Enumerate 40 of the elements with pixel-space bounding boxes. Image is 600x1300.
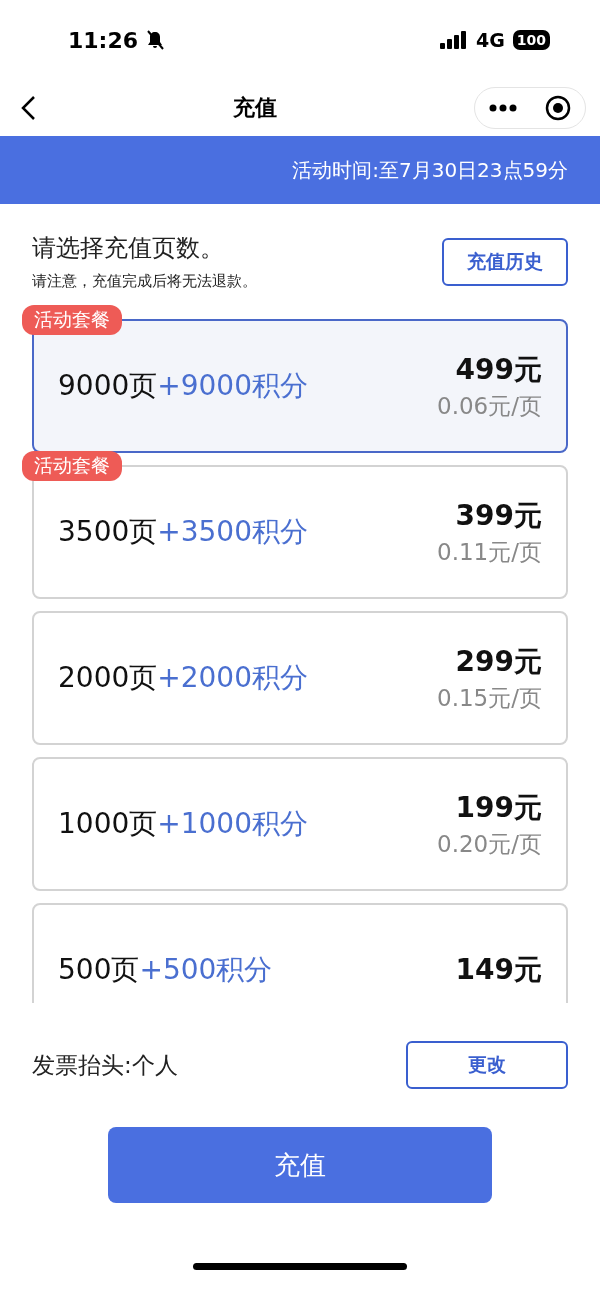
promo-badge: 活动套餐 bbox=[22, 451, 122, 481]
unit-price: 0.20元/页 bbox=[437, 829, 542, 859]
bonus-points: +500积分 bbox=[139, 952, 273, 988]
history-button[interactable]: 充值历史 bbox=[442, 237, 568, 286]
package-price: 199元 bbox=[455, 789, 542, 826]
network-label: 4G bbox=[475, 29, 505, 51]
unit-price: 0.06元/页 bbox=[437, 391, 542, 421]
more-icon[interactable] bbox=[489, 104, 517, 112]
select-heading: 请选择充值页数。 bbox=[32, 233, 225, 264]
battery-level: 100 bbox=[512, 30, 550, 50]
package-price: 149元 bbox=[455, 952, 542, 988]
recharge-button[interactable]: 充值 bbox=[108, 1127, 492, 1203]
back-icon[interactable] bbox=[20, 95, 36, 121]
package-price: 499元 bbox=[455, 351, 542, 388]
bonus-points: +3500积分 bbox=[157, 514, 308, 550]
package-price: 399元 bbox=[455, 497, 542, 534]
close-target-icon[interactable] bbox=[545, 95, 571, 121]
status-time: 11:26 bbox=[68, 27, 139, 53]
page-title: 充值 bbox=[233, 94, 277, 122]
refund-note: 请注意，充值完成后将无法退款。 bbox=[32, 272, 257, 291]
promo-badge: 活动套餐 bbox=[22, 305, 122, 335]
page-count: 3500页 bbox=[58, 514, 158, 550]
package-card[interactable]: 1000页+1000积分 199元 0.20元/页 bbox=[32, 757, 568, 891]
page-count: 1000页 bbox=[58, 806, 158, 842]
promo-period: 活动时间:至7月30日23点59分 bbox=[292, 156, 568, 184]
bonus-points: +9000积分 bbox=[157, 368, 308, 404]
page-count: 2000页 bbox=[58, 660, 158, 696]
unit-price: 0.15元/页 bbox=[437, 683, 542, 713]
package-card[interactable]: 2000页+2000积分 299元 0.15元/页 bbox=[32, 611, 568, 745]
package-price: 299元 bbox=[455, 643, 542, 680]
signal-icon bbox=[439, 31, 468, 49]
invoice-title: 发票抬头:个人 bbox=[32, 1050, 178, 1080]
page-count: 500页 bbox=[58, 952, 140, 988]
bell-off-icon bbox=[146, 30, 165, 50]
bonus-points: +2000积分 bbox=[157, 660, 308, 696]
bonus-points: +1000积分 bbox=[157, 806, 308, 842]
unit-price: 0.11元/页 bbox=[437, 537, 542, 567]
change-button[interactable]: 更改 bbox=[406, 1041, 568, 1089]
package-card[interactable]: 500页+500积分 149元 bbox=[32, 903, 568, 1003]
page-count: 9000页 bbox=[58, 368, 158, 404]
